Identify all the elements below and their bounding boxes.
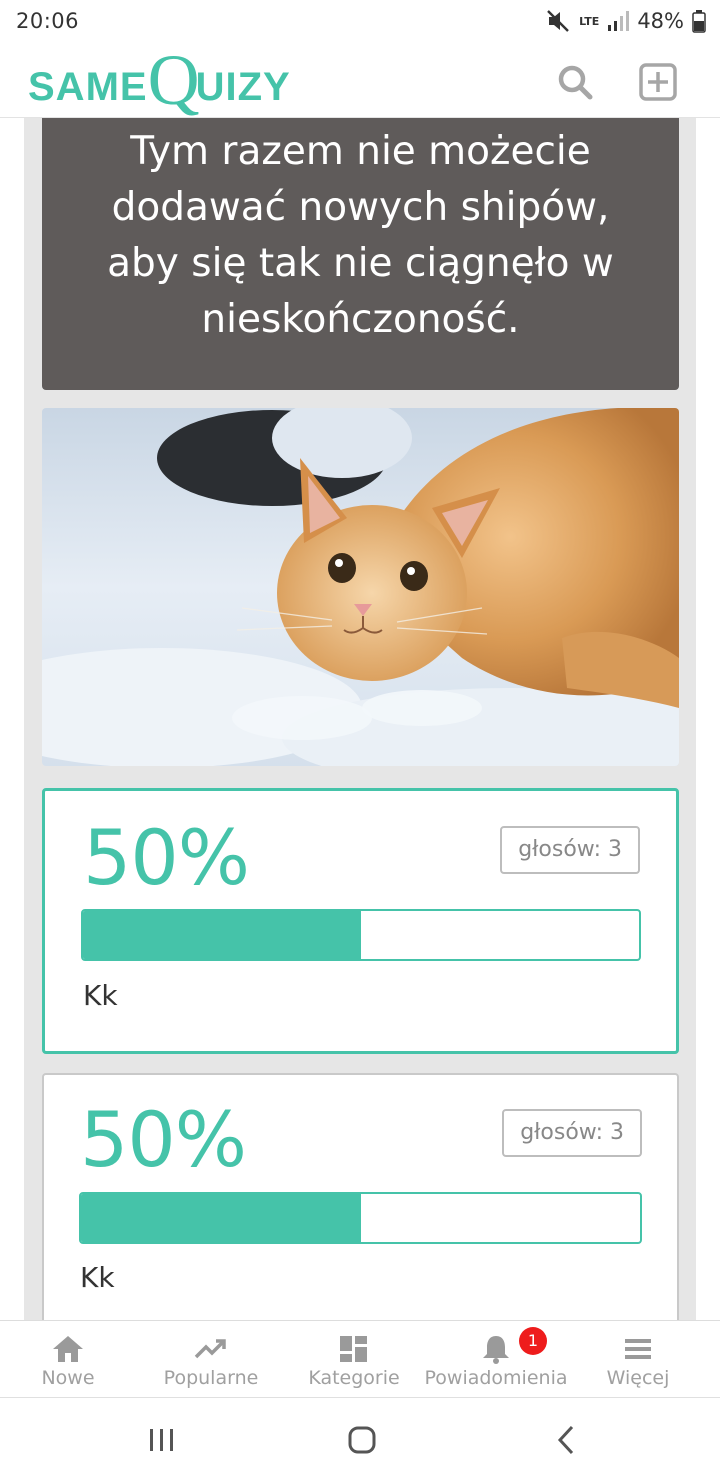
answer-percent: 50%: [80, 1095, 247, 1184]
nav-label: Nowe: [41, 1367, 95, 1389]
answer-card[interactable]: 50% głosów: 3 Kk: [42, 1073, 679, 1320]
vote-count-badge: głosów: 3: [502, 1109, 642, 1157]
logo-part-uizy: UIZY: [195, 64, 291, 109]
nav-label: Popularne: [163, 1367, 259, 1389]
menu-icon: [625, 1339, 651, 1359]
notification-badge: 1: [519, 1327, 547, 1355]
banner-line: Tym razem nie możecie: [130, 129, 591, 174]
nav-item-nowe[interactable]: Nowe: [0, 1321, 136, 1397]
trending-icon: [194, 1339, 226, 1359]
quiz-content: Tym razem nie możecie dodawać nowych shi…: [0, 118, 720, 1320]
bottom-navigation: Nowe Popularne Kategorie 1 Powiadomienia…: [0, 1320, 720, 1396]
nav-item-powiadomienia[interactable]: 1 Powiadomienia: [422, 1321, 570, 1397]
nav-item-popularne[interactable]: Popularne: [136, 1321, 286, 1397]
nav-label: Więcej: [606, 1367, 670, 1389]
signal-icon: [608, 11, 630, 31]
result-progress-fill: [83, 911, 361, 959]
answer-percent: 50%: [83, 813, 250, 902]
mute-icon: [547, 10, 569, 32]
cat-photo: [42, 408, 679, 766]
answer-label: Kk: [83, 979, 118, 1012]
nav-label: Powiadomienia: [424, 1367, 568, 1389]
banner-line: nieskończoność.: [201, 297, 520, 342]
logo-part-same: SAME: [28, 64, 148, 109]
add-quiz-button[interactable]: [638, 62, 678, 102]
recent-apps-icon[interactable]: [140, 1418, 184, 1462]
search-button[interactable]: [555, 62, 595, 102]
answer-card[interactable]: 50% głosów: 3 Kk: [42, 788, 679, 1054]
samequizy-logo[interactable]: SAME Q UIZY: [28, 40, 291, 120]
answer-label: Kk: [80, 1261, 115, 1294]
battery-icon: [692, 10, 706, 33]
banner-line: dodawać nowych shipów,: [111, 185, 610, 230]
question-banner: Tym razem nie możecie dodawać nowych shi…: [42, 118, 679, 390]
app-header: SAME Q UIZY: [0, 44, 720, 118]
home-button-icon[interactable]: [340, 1418, 384, 1462]
home-icon: [53, 1336, 83, 1362]
app-screen: 20:06 LTE 48% SAME Q UIZY Tym razem nie …: [0, 0, 720, 1480]
vote-count-badge: głosów: 3: [500, 826, 640, 874]
add-icon: [639, 63, 677, 101]
back-icon[interactable]: [545, 1418, 589, 1462]
nav-item-wiecej[interactable]: Więcej: [570, 1321, 706, 1397]
battery-level: 48%: [637, 9, 684, 33]
status-bar: 20:06 LTE 48%: [0, 0, 720, 44]
system-navigation-bar: [0, 1397, 720, 1480]
logo-part-q: Q: [147, 40, 200, 120]
cat-in-snow-image: [42, 408, 679, 766]
result-progress-fill: [81, 1194, 361, 1242]
network-type: LTE: [579, 14, 600, 28]
search-icon: [558, 65, 593, 100]
bell-icon: [483, 1336, 509, 1364]
nav-label: Kategorie: [308, 1367, 400, 1389]
banner-line: aby się tak nie ciągnęło w: [107, 241, 614, 286]
status-icons: LTE 48%: [545, 8, 706, 34]
dashboard-icon: [340, 1336, 367, 1362]
status-time: 20:06: [16, 9, 80, 33]
result-progress-bar: [81, 909, 641, 961]
result-progress-bar: [79, 1192, 642, 1244]
nav-item-kategorie[interactable]: Kategorie: [286, 1321, 422, 1397]
